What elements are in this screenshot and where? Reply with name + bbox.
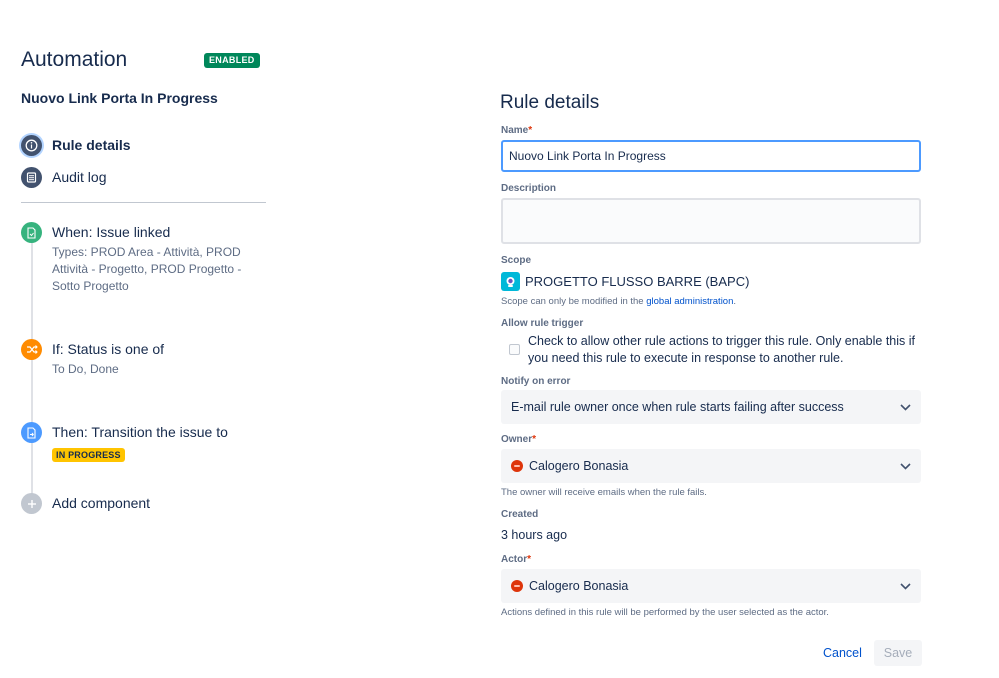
rule-name-heading: Nuovo Link Porta In Progress (21, 90, 218, 106)
panel-title: Rule details (500, 92, 600, 113)
owner-select[interactable]: Calogero Bonasia (501, 449, 921, 483)
document-icon (21, 222, 42, 243)
allow-trigger-checkbox[interactable] (509, 344, 520, 355)
save-button[interactable]: Save (874, 640, 922, 666)
step-then-action[interactable]: Then: Transition the issue to IN PROGRES… (21, 422, 266, 464)
app-title: Automation (21, 48, 128, 71)
chevron-down-icon (899, 580, 911, 592)
avatar (511, 460, 523, 472)
owner-select-value: Calogero Bonasia (529, 459, 629, 473)
shuffle-icon (21, 339, 42, 360)
name-label: Name* (501, 125, 533, 136)
actor-select[interactable]: Calogero Bonasia (501, 569, 921, 603)
list-icon (21, 166, 42, 188)
scope-value: PROGETTO FLUSSO BARRE (BAPC) (501, 272, 749, 291)
owner-label: Owner* (501, 434, 537, 445)
allow-trigger-label: Allow rule trigger (501, 318, 584, 329)
status-lozenge: IN PROGRESS (52, 448, 125, 462)
notify-select[interactable]: E-mail rule owner once when rule starts … (501, 390, 921, 424)
owner-helper-text: The owner will receive emails when the r… (501, 487, 707, 498)
chevron-down-icon (899, 401, 911, 413)
nav-item-audit-log[interactable]: Audit log (21, 166, 106, 188)
step-when-trigger[interactable]: When: Issue linked Types: PROD Area - At… (21, 222, 266, 302)
nav-item-label: Rule details (52, 137, 131, 153)
cancel-button[interactable]: Cancel (815, 640, 870, 666)
add-component-button[interactable]: Add component (21, 493, 266, 515)
step-subtitle: To Do, Done (52, 362, 119, 376)
actor-select-value: Calogero Bonasia (529, 579, 629, 593)
step-subtitle: Types: PROD Area - Attività, PROD Attivi… (52, 245, 242, 293)
plus-icon (21, 493, 42, 514)
name-input[interactable] (501, 140, 921, 172)
description-label: Description (501, 183, 557, 194)
created-value: 3 hours ago (501, 528, 568, 542)
project-avatar-icon (501, 272, 520, 291)
nav-item-label: Audit log (52, 169, 107, 185)
scope-label: Scope (501, 255, 532, 266)
add-component-label: Add component (52, 495, 151, 511)
status-badge: ENABLED (204, 53, 260, 68)
info-icon (21, 134, 42, 156)
global-administration-link[interactable]: global administration (646, 296, 733, 307)
nav-divider (21, 202, 266, 203)
step-title: Then: Transition the issue to (52, 424, 228, 440)
created-label: Created (501, 509, 539, 520)
transition-icon (21, 422, 42, 443)
step-title: When: Issue linked (52, 224, 171, 240)
step-title: If: Status is one of (52, 341, 165, 357)
actor-helper-text: Actions defined in this rule will be per… (501, 607, 829, 618)
scope-helper-text: Scope can only be modified in the global… (501, 296, 737, 307)
notify-label: Notify on error (501, 376, 571, 387)
allow-trigger-description: Check to allow other rule actions to tri… (528, 334, 915, 365)
step-if-condition[interactable]: If: Status is one of To Do, Done (21, 339, 266, 379)
scope-project-name: PROGETTO FLUSSO BARRE (BAPC) (525, 274, 750, 289)
description-textarea[interactable] (501, 198, 921, 244)
actor-label: Actor* (501, 554, 532, 565)
chevron-down-icon (899, 460, 911, 472)
notify-select-value: E-mail rule owner once when rule starts … (511, 400, 844, 414)
nav-item-rule-details[interactable]: Rule details (21, 134, 131, 156)
avatar (511, 580, 523, 592)
